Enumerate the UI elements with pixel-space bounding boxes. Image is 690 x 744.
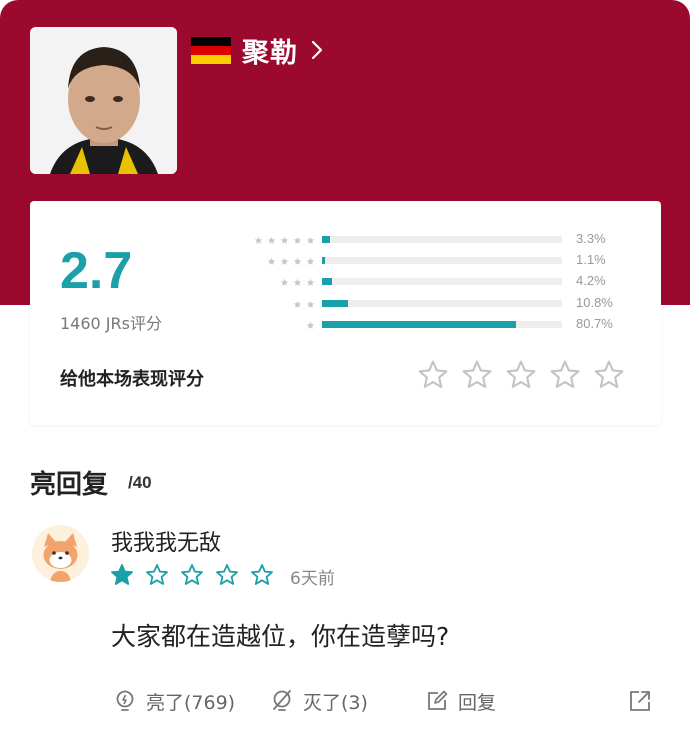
- avatar[interactable]: [32, 525, 89, 582]
- small-star-icon: [293, 278, 302, 286]
- small-star-icon: [280, 236, 289, 244]
- distribution-bar-track: [322, 300, 562, 307]
- distribution-percent: 4.2%: [576, 273, 606, 288]
- edit-icon: [428, 690, 448, 710]
- small-star-icon: [280, 257, 289, 265]
- share-external-icon: [630, 691, 650, 711]
- small-star-icon: [306, 300, 315, 308]
- distribution-bar-fill: [322, 257, 325, 264]
- distribution-stars: [293, 297, 315, 311]
- distribution-percent: 3.3%: [576, 231, 606, 246]
- small-star-icon: [306, 236, 315, 244]
- rate-star-icon[interactable]: [417, 359, 449, 391]
- small-star-icon: [306, 257, 315, 265]
- distribution-row: 4.2%: [30, 273, 661, 289]
- reply-actions: 亮了(769) 灭了(3) 回复: [0, 684, 690, 718]
- filled-star-icon: [111, 564, 133, 585]
- small-star-icon: [267, 236, 276, 244]
- rate-star-picker[interactable]: [417, 359, 625, 391]
- distribution-stars: [254, 233, 315, 247]
- reply-user-rating: [110, 563, 274, 587]
- like-button[interactable]: 亮了(769): [113, 684, 235, 718]
- distribution-bar-fill: [322, 300, 348, 307]
- rate-prompt: 给他本场表现评分: [60, 369, 204, 390]
- distribution-bar-fill: [322, 236, 330, 243]
- dislike-button[interactable]: 灭了(3): [270, 684, 368, 718]
- rate-star-icon[interactable]: [549, 359, 581, 391]
- rate-star-icon[interactable]: [593, 359, 625, 391]
- germany-flag-icon: [191, 36, 231, 64]
- flag-stripe-black: [191, 36, 231, 46]
- average-score: 2.7: [60, 242, 133, 300]
- distribution-stars: [280, 275, 315, 289]
- reply-text: 大家都在造越位，你在造孽吗?: [111, 622, 450, 651]
- distribution-row: 1.1%: [30, 252, 661, 268]
- section-title: 亮回复: [30, 470, 109, 500]
- small-star-icon: [280, 278, 289, 286]
- reply-button[interactable]: 回复: [425, 684, 496, 718]
- reply-username[interactable]: 我我我无敌: [111, 525, 221, 557]
- small-star-icon: [293, 300, 302, 308]
- distribution-percent: 80.7%: [576, 316, 613, 331]
- distribution-bar-fill: [322, 278, 332, 285]
- distribution-bar-fill: [322, 321, 516, 328]
- fox-avatar-icon: [32, 525, 89, 582]
- distribution-row: 10.8%: [30, 295, 661, 311]
- flag-stripe-red: [191, 45, 231, 55]
- like-label: 亮了(769): [146, 691, 236, 714]
- rate-star-icon[interactable]: [505, 359, 537, 391]
- distribution-stars: [306, 318, 315, 332]
- empty-star-icon: [181, 564, 203, 585]
- distribution-percent: 10.8%: [576, 295, 613, 310]
- small-star-icon: [267, 257, 276, 265]
- rate-star-icon[interactable]: [461, 359, 493, 391]
- player-name-link[interactable]: 聚勒: [191, 30, 324, 70]
- small-star-icon: [306, 278, 315, 286]
- section-count: /40: [128, 473, 152, 492]
- player-name: 聚勒: [242, 37, 298, 69]
- empty-star-icon: [251, 564, 273, 585]
- player-photo: [30, 27, 177, 174]
- share-button[interactable]: [628, 684, 661, 718]
- lightbulb-off-icon: [273, 690, 291, 711]
- small-star-icon: [293, 236, 302, 244]
- small-star-icon: [254, 236, 263, 244]
- distribution-bar-track: [322, 278, 562, 285]
- distribution-percent: 1.1%: [576, 252, 606, 267]
- distribution-row: 3.3%: [30, 231, 661, 247]
- empty-star-icon: [146, 564, 168, 585]
- distribution-bar-track: [322, 321, 562, 328]
- distribution-row: 80.7%: [30, 316, 661, 332]
- distribution-bar-track: [322, 257, 562, 264]
- dislike-label: 灭了(3): [303, 691, 368, 714]
- empty-star-icon: [216, 564, 238, 585]
- distribution-stars: [267, 254, 315, 268]
- flag-stripe-gold: [191, 54, 231, 64]
- distribution-bar-track: [322, 236, 562, 243]
- reply-time: 6天前: [290, 569, 335, 589]
- small-star-icon: [293, 257, 302, 265]
- chevron-right-icon: [311, 40, 323, 60]
- reply-label: 回复: [458, 691, 497, 714]
- small-star-icon: [306, 321, 315, 329]
- lightbulb-icon: [116, 690, 134, 711]
- rating-card: 2.7 1460 JRs评分 3.3% 1.1% 4.2% 10.8% 80.7% 给他…: [30, 201, 661, 425]
